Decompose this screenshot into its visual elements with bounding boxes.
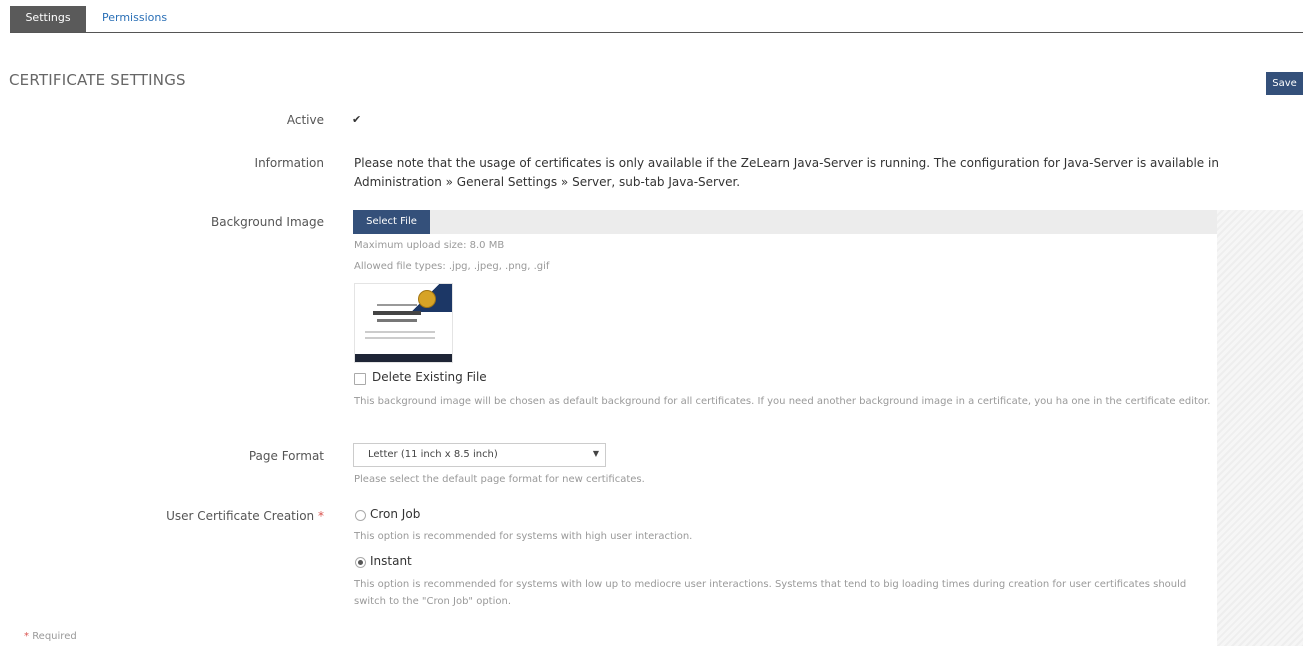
delete-file-checkbox[interactable] [354, 373, 366, 385]
page-format-value: Letter (11 inch x 8.5 inch) [368, 449, 498, 460]
active-checkbox[interactable]: ✔ [352, 114, 363, 125]
background-image-help: This background image will be chosen as … [354, 396, 1211, 407]
information-label: Information [254, 156, 324, 170]
cron-job-label: Cron Job [370, 507, 421, 521]
required-footnote-text: Required [32, 631, 77, 642]
chevron-down-icon: ▼ [592, 449, 599, 458]
section-title: CERTIFICATE SETTINGS [9, 71, 186, 89]
tab-bar: Settings Permissions [10, 6, 1303, 33]
file-upload-bar: Select File [353, 210, 1217, 234]
instant-label: Instant [370, 554, 412, 568]
delete-file-label: Delete Existing File [372, 370, 487, 384]
user-certificate-creation-label: User Certificate Creation * [0, 509, 324, 523]
required-footnote: * Required [24, 631, 77, 642]
hatched-background [1217, 210, 1303, 646]
thumbnail-footer-band [355, 354, 452, 362]
allowed-file-types-text: Allowed file types: .jpg, .jpeg, .png, .… [354, 261, 550, 272]
cron-job-help: This option is recommended for systems w… [354, 531, 693, 542]
tab-settings[interactable]: Settings [10, 6, 86, 32]
background-image-label: Background Image [211, 215, 324, 229]
instant-help: This option is recommended for systems w… [354, 579, 1187, 607]
information-text: Please note that the usage of certificat… [354, 156, 1219, 189]
max-upload-size-text: Maximum upload size: 8.0 MB [354, 240, 505, 251]
page-format-select[interactable]: Letter (11 inch x 8.5 inch) ▼ [353, 443, 606, 467]
seal-icon [418, 290, 436, 308]
certificate-thumbnail [354, 283, 453, 363]
user-certificate-creation-text: User Certificate Creation [166, 509, 315, 523]
required-footnote-asterisk: * [24, 631, 29, 642]
required-asterisk: * [318, 509, 324, 523]
tab-permissions[interactable]: Permissions [102, 6, 167, 32]
active-label: Active [286, 113, 324, 127]
save-button[interactable]: Save [1266, 72, 1303, 95]
cron-job-radio[interactable] [355, 510, 366, 521]
page-format-help: Please select the default page format fo… [354, 474, 645, 485]
instant-radio[interactable] [355, 557, 366, 568]
select-file-button[interactable]: Select File [353, 210, 430, 234]
page-format-label: Page Format [248, 449, 324, 463]
